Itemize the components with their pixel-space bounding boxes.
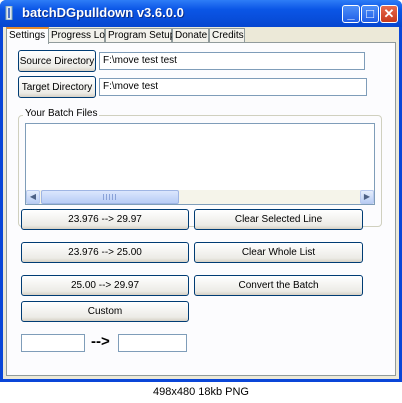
settings-panel: Source Directory F:\move test test Targe… [6, 42, 396, 376]
target-directory-field[interactable]: F:\move test [99, 78, 367, 96]
scroll-right-icon[interactable]: ▶ [360, 190, 374, 204]
custom-from-field[interactable] [21, 334, 85, 352]
convert-batch-button[interactable]: Convert the Batch [194, 275, 363, 296]
app-icon [5, 6, 13, 20]
custom-to-field[interactable] [118, 334, 187, 352]
client-area: Settings Progress Log Program Setup Dona… [3, 27, 399, 379]
window-title: batchDGpulldown v3.6.0.0 [22, 5, 184, 20]
convert-23976-to-2500-button[interactable]: 23.976 --> 25.00 [21, 242, 189, 263]
image-caption: 498x480 18kb PNG [0, 382, 402, 403]
scroll-left-icon[interactable]: ◀ [26, 190, 40, 204]
scroll-thumb[interactable] [41, 190, 179, 204]
minimize-icon: _ [347, 6, 355, 21]
target-directory-button[interactable]: Target Directory [18, 76, 96, 98]
convert-2500-to-2997-button[interactable]: 25.00 --> 29.97 [21, 275, 189, 296]
custom-button[interactable]: Custom [21, 301, 189, 322]
source-directory-button[interactable]: Source Directory [18, 50, 96, 72]
clear-selected-line-button[interactable]: Clear Selected Line [194, 209, 363, 230]
convert-23976-to-2997-button[interactable]: 23.976 --> 29.97 [21, 209, 189, 230]
tab-program-setup[interactable]: Program Setup [105, 28, 175, 43]
tab-donate[interactable]: Donate [172, 28, 209, 43]
batch-files-list[interactable]: ◀ ▶ [25, 123, 375, 205]
minimize-button[interactable]: _ [342, 5, 360, 23]
batch-files-label: Your Batch Files [23, 108, 100, 119]
grip-icon [103, 194, 117, 200]
source-directory-field[interactable]: F:\move test test [99, 52, 365, 70]
tab-credits[interactable]: Credits [209, 28, 245, 43]
maximize-button[interactable]: □ [361, 5, 379, 23]
maximize-icon: □ [366, 6, 374, 21]
app-window: batchDGpulldown v3.6.0.0 _ □ ✕ Settings … [0, 0, 402, 382]
tab-progress-log[interactable]: Progress Log [48, 28, 110, 43]
arrow-label: --> [91, 333, 110, 350]
horizontal-scrollbar[interactable]: ◀ ▶ [26, 190, 374, 204]
tab-settings[interactable]: Settings [6, 27, 49, 44]
title-bar[interactable]: batchDGpulldown v3.6.0.0 _ □ ✕ [0, 0, 402, 27]
close-button[interactable]: ✕ [380, 5, 398, 23]
clear-whole-list-button[interactable]: Clear Whole List [194, 242, 363, 263]
close-icon: ✕ [383, 6, 395, 21]
